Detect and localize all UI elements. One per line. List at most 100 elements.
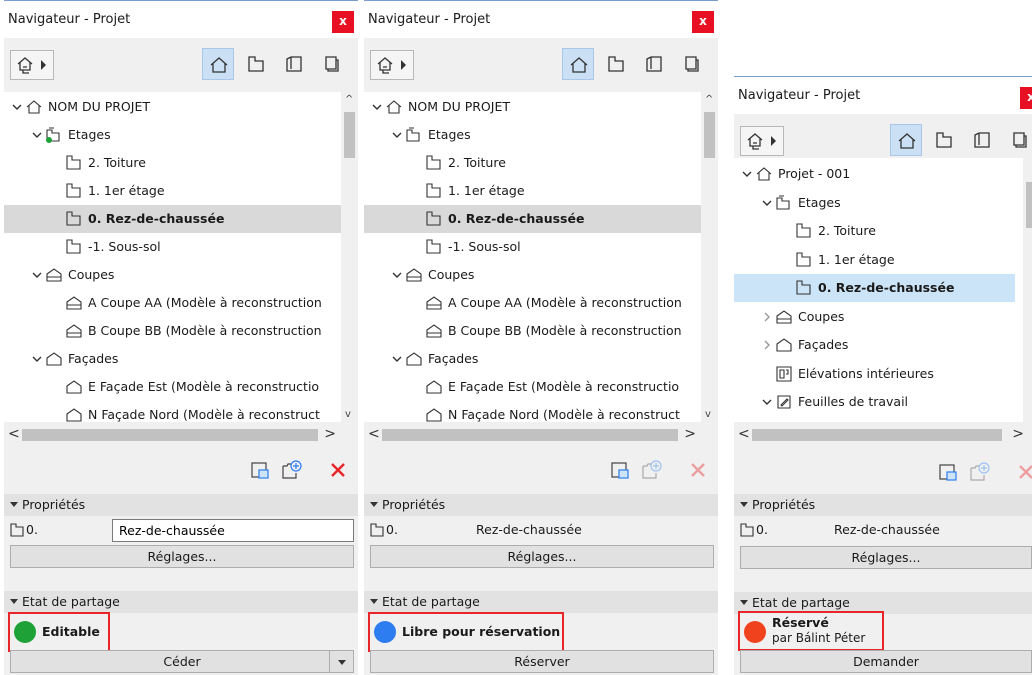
tree-item[interactable]: 1. 1er étage <box>734 246 1015 274</box>
view-settings-icon[interactable] <box>938 462 958 482</box>
release-button[interactable]: Céder <box>10 650 354 673</box>
project-icon <box>26 100 42 114</box>
new-view-icon[interactable] <box>640 460 662 480</box>
view-map-tab[interactable] <box>240 48 272 80</box>
layout-book-tab[interactable] <box>638 48 670 80</box>
sharing-header[interactable]: Etat de partage <box>4 591 358 613</box>
layout-book-tab[interactable] <box>278 48 310 80</box>
tree-item[interactable]: NOM DU PROJET <box>364 93 701 121</box>
chevron-down-icon[interactable] <box>392 270 402 280</box>
horizontal-scrollbar[interactable]: < > <box>364 424 718 446</box>
settings-button[interactable]: Réglages... <box>10 545 354 568</box>
tree-item[interactable]: Elévations intérieures <box>734 360 1015 388</box>
properties-header[interactable]: Propriétés <box>4 494 358 516</box>
sharing-status: Libre pour réservation <box>368 612 564 652</box>
chevron-down-icon[interactable] <box>762 397 772 407</box>
chevron-right-icon[interactable] <box>762 312 772 322</box>
tree-item[interactable]: NOM DU PROJET <box>4 93 341 121</box>
map-selector-button[interactable] <box>10 50 54 80</box>
tree-item[interactable]: 1. 1er étage <box>364 177 701 205</box>
tree-item[interactable]: Coupes <box>734 303 1015 331</box>
tree-item[interactable]: N Façade Nord (Modèle à reconstruct <box>364 401 701 422</box>
tree-item[interactable]: Etages <box>364 121 701 149</box>
section-icon <box>776 309 792 324</box>
settings-button[interactable]: Réglages... <box>740 546 1032 569</box>
tree-item[interactable]: -1. Sous-sol <box>4 233 341 261</box>
new-view-icon[interactable] <box>280 460 302 480</box>
tree-item[interactable]: A Coupe AA (Modèle à reconstruction <box>4 289 341 317</box>
chevron-down-icon[interactable] <box>32 270 42 280</box>
close-button[interactable]: x <box>692 11 714 33</box>
delete-icon[interactable] <box>1016 462 1032 482</box>
tree-item[interactable]: Façades <box>364 345 701 373</box>
view-map-tab[interactable] <box>928 124 960 156</box>
tree-item[interactable]: 2. Toiture <box>734 217 1015 245</box>
view-settings-icon[interactable] <box>610 460 630 480</box>
chevron-down-icon[interactable] <box>372 102 382 112</box>
chevron-down-icon[interactable] <box>742 169 752 179</box>
chevron-down-icon[interactable] <box>762 198 772 208</box>
tree-item[interactable]: B Coupe BB (Modèle à reconstruction <box>364 317 701 345</box>
map-selector-button[interactable] <box>370 50 414 80</box>
tree-item[interactable]: Feuilles de travail <box>734 388 1015 416</box>
view-map-tab[interactable] <box>600 48 632 80</box>
chevron-down-icon[interactable] <box>392 130 402 140</box>
request-button[interactable]: Demander <box>740 650 1032 673</box>
close-button[interactable]: x <box>1020 87 1032 109</box>
tree-item[interactable]: 2. Toiture <box>4 149 341 177</box>
tree-item[interactable]: Projet - 001 <box>734 160 1015 188</box>
tree-item[interactable]: B Coupe BB (Modèle à reconstruction <box>4 317 341 345</box>
tree-item[interactable]: 0. Rez-de-chaussée <box>364 205 701 233</box>
close-button[interactable]: x <box>332 11 354 33</box>
tree-item[interactable]: 1. 1er étage <box>4 177 341 205</box>
map-selector-button[interactable] <box>740 126 784 156</box>
tree-item[interactable]: Façades <box>734 331 1015 359</box>
properties-header[interactable]: Propriétés <box>734 494 1032 516</box>
view-settings-icon[interactable] <box>250 460 270 480</box>
chevron-down-icon[interactable] <box>32 130 42 140</box>
delete-icon[interactable] <box>688 460 708 480</box>
chevron-down-icon[interactable] <box>12 102 22 112</box>
chevron-down-icon[interactable] <box>32 354 42 364</box>
tree-item[interactable]: N Façade Nord (Modèle à reconstruct <box>4 401 341 422</box>
tree-item[interactable]: 0. Rez-de-chaussée <box>4 205 341 233</box>
chevron-right-icon[interactable] <box>762 340 772 350</box>
new-view-icon[interactable] <box>968 462 990 482</box>
project-map-tab[interactable] <box>202 48 234 80</box>
horizontal-scrollbar[interactable]: < > <box>4 424 358 446</box>
tree-item-label: Coupes <box>798 308 845 324</box>
sharing-header[interactable]: Etat de partage <box>364 591 718 613</box>
tree-item[interactable]: Coupes <box>4 261 341 289</box>
reserve-button[interactable]: Réserver <box>370 650 714 673</box>
vertical-scrollbar[interactable] <box>1023 158 1032 422</box>
vertical-scrollbar[interactable]: ^ v <box>701 92 718 422</box>
tree-item[interactable]: E Façade Est (Modèle à reconstructio <box>4 373 341 401</box>
properties-header[interactable]: Propriétés <box>364 494 718 516</box>
tree-item[interactable]: -1. Sous-sol <box>364 233 701 261</box>
vertical-scrollbar[interactable]: ^ v <box>341 92 358 422</box>
tree-item[interactable]: Etages <box>734 189 1015 217</box>
story-name-input[interactable] <box>112 519 354 542</box>
tree-item-label: Coupes <box>68 267 115 282</box>
publisher-sets-tab[interactable] <box>676 48 708 80</box>
tree-item[interactable]: A Coupe AA (Modèle à reconstruction <box>364 289 701 317</box>
tree-item[interactable]: 2. Toiture <box>364 149 701 177</box>
tree-item-label: Projet - 001 <box>778 166 851 181</box>
layout-book-tab[interactable] <box>966 124 998 156</box>
release-dropdown-arrow[interactable] <box>329 651 353 672</box>
tree-item[interactable]: E Façade Est (Modèle à reconstructio <box>364 373 701 401</box>
tree-item[interactable]: Etages <box>4 121 341 149</box>
tree-item[interactable]: 0. Rez-de-chaussée <box>734 274 1015 302</box>
delete-icon[interactable] <box>328 460 348 480</box>
settings-button[interactable]: Réglages... <box>370 545 714 568</box>
tree-item[interactable]: Coupes <box>364 261 701 289</box>
project-map-tab[interactable] <box>890 124 922 156</box>
tree-item-label: 0. Rez-de-chaussée <box>818 280 955 295</box>
project-map-tab[interactable] <box>562 48 594 80</box>
chevron-down-icon[interactable] <box>392 354 402 364</box>
publisher-sets-tab[interactable] <box>316 48 348 80</box>
section-icon <box>406 268 422 282</box>
tree-item[interactable]: Façades <box>4 345 341 373</box>
horizontal-scrollbar[interactable]: < > <box>734 424 1032 446</box>
publisher-sets-tab[interactable] <box>1004 124 1032 156</box>
